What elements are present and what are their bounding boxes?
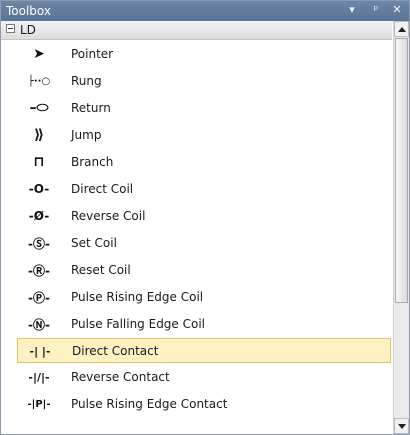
reverse-coil-icon: -Ø- [28, 209, 50, 223]
toolbox-item-return[interactable]: –⬭ Return [17, 96, 391, 121]
toolbox-item-reverse-contact[interactable]: -|/|- Reverse Contact [17, 365, 391, 390]
jump-icon: ⟫ [33, 127, 45, 143]
pulse-rising-edge-contact-icon: -|P|- [27, 398, 51, 410]
branch-icon: ⊓ [33, 154, 45, 170]
item-label: Pointer [71, 47, 114, 61]
item-label: Pulse Rising Edge Contact [71, 397, 228, 411]
toolbox-item-jump[interactable]: ⟫ Jump [17, 123, 391, 148]
toolbox-content: LD ➤ Pointer ├··○ Rung –⬭ Return ⟫ Jump … [1, 21, 409, 434]
set-coil-icon: -Ⓢ- [28, 236, 50, 251]
toolbox-item-set-coil[interactable]: -Ⓢ- Set Coil [17, 231, 391, 256]
pulse-rising-edge-coil-icon: -Ⓟ- [28, 290, 50, 305]
scroll-up-arrow-icon[interactable] [394, 21, 409, 37]
item-label: Reverse Coil [71, 209, 146, 223]
direct-contact-icon: -| |- [29, 344, 51, 358]
group-label: LD [20, 23, 36, 37]
item-label: Return [71, 101, 111, 115]
scrollbar-thumb[interactable] [395, 38, 408, 303]
toolbox-item-rung[interactable]: ├··○ Rung [17, 69, 391, 94]
item-label: Jump [71, 128, 102, 142]
pulse-falling-edge-coil-icon: -Ⓝ- [28, 317, 50, 332]
toolbox-titlebar[interactable]: Toolbox ▾ ᵖ ✕ [1, 1, 409, 21]
item-label: Branch [71, 155, 114, 169]
item-label: Direct Contact [72, 344, 159, 358]
item-label: Reverse Contact [71, 370, 170, 384]
toolbox-item-pulse-rising-edge-contact[interactable]: -|P|- Pulse Rising Edge Contact [17, 392, 391, 414]
vertical-scrollbar[interactable] [393, 21, 409, 434]
collapse-icon[interactable] [6, 24, 15, 33]
toolbox-item-pulse-rising-edge-coil[interactable]: -Ⓟ- Pulse Rising Edge Coil [17, 285, 391, 310]
rung-icon: ├··○ [27, 75, 51, 87]
pin-icon[interactable]: ᵖ [369, 3, 383, 16]
toolbox-item-direct-contact[interactable]: -| |- Direct Contact [17, 338, 391, 363]
direct-coil-icon: -O- [28, 182, 50, 196]
dropdown-icon[interactable]: ▾ [345, 3, 359, 16]
toolbox-item-reverse-coil[interactable]: -Ø- Reverse Coil [17, 204, 391, 229]
return-icon: –⬭ [29, 100, 49, 116]
item-label: Set Coil [71, 236, 117, 250]
toolbox-item-direct-coil[interactable]: -O- Direct Coil [17, 177, 391, 202]
reverse-contact-icon: -|/|- [28, 370, 50, 384]
reset-coil-icon: -Ⓡ- [28, 263, 50, 278]
toolbox-item-pulse-falling-edge-coil[interactable]: -Ⓝ- Pulse Falling Edge Coil [17, 312, 391, 337]
toolbox-item-branch[interactable]: ⊓ Branch [17, 150, 391, 175]
close-icon[interactable]: ✕ [390, 3, 404, 16]
window-title: Toolbox [6, 4, 51, 18]
item-label: Pulse Rising Edge Coil [71, 290, 204, 304]
toolbox-item-reset-coil[interactable]: -Ⓡ- Reset Coil [17, 258, 391, 283]
item-label: Pulse Falling Edge Coil [71, 317, 206, 331]
toolbox-window: Toolbox ▾ ᵖ ✕ LD ➤ Pointer ├··○ Rung –⬭ … [0, 0, 410, 435]
item-label: Rung [71, 74, 102, 88]
pointer-icon: ➤ [33, 46, 45, 62]
item-label: Reset Coil [71, 263, 131, 277]
item-label: Direct Coil [71, 182, 134, 196]
scroll-down-arrow-icon[interactable] [394, 418, 409, 434]
toolbox-item-pointer[interactable]: ➤ Pointer [17, 42, 391, 67]
group-header-ld[interactable]: LD [1, 21, 392, 40]
